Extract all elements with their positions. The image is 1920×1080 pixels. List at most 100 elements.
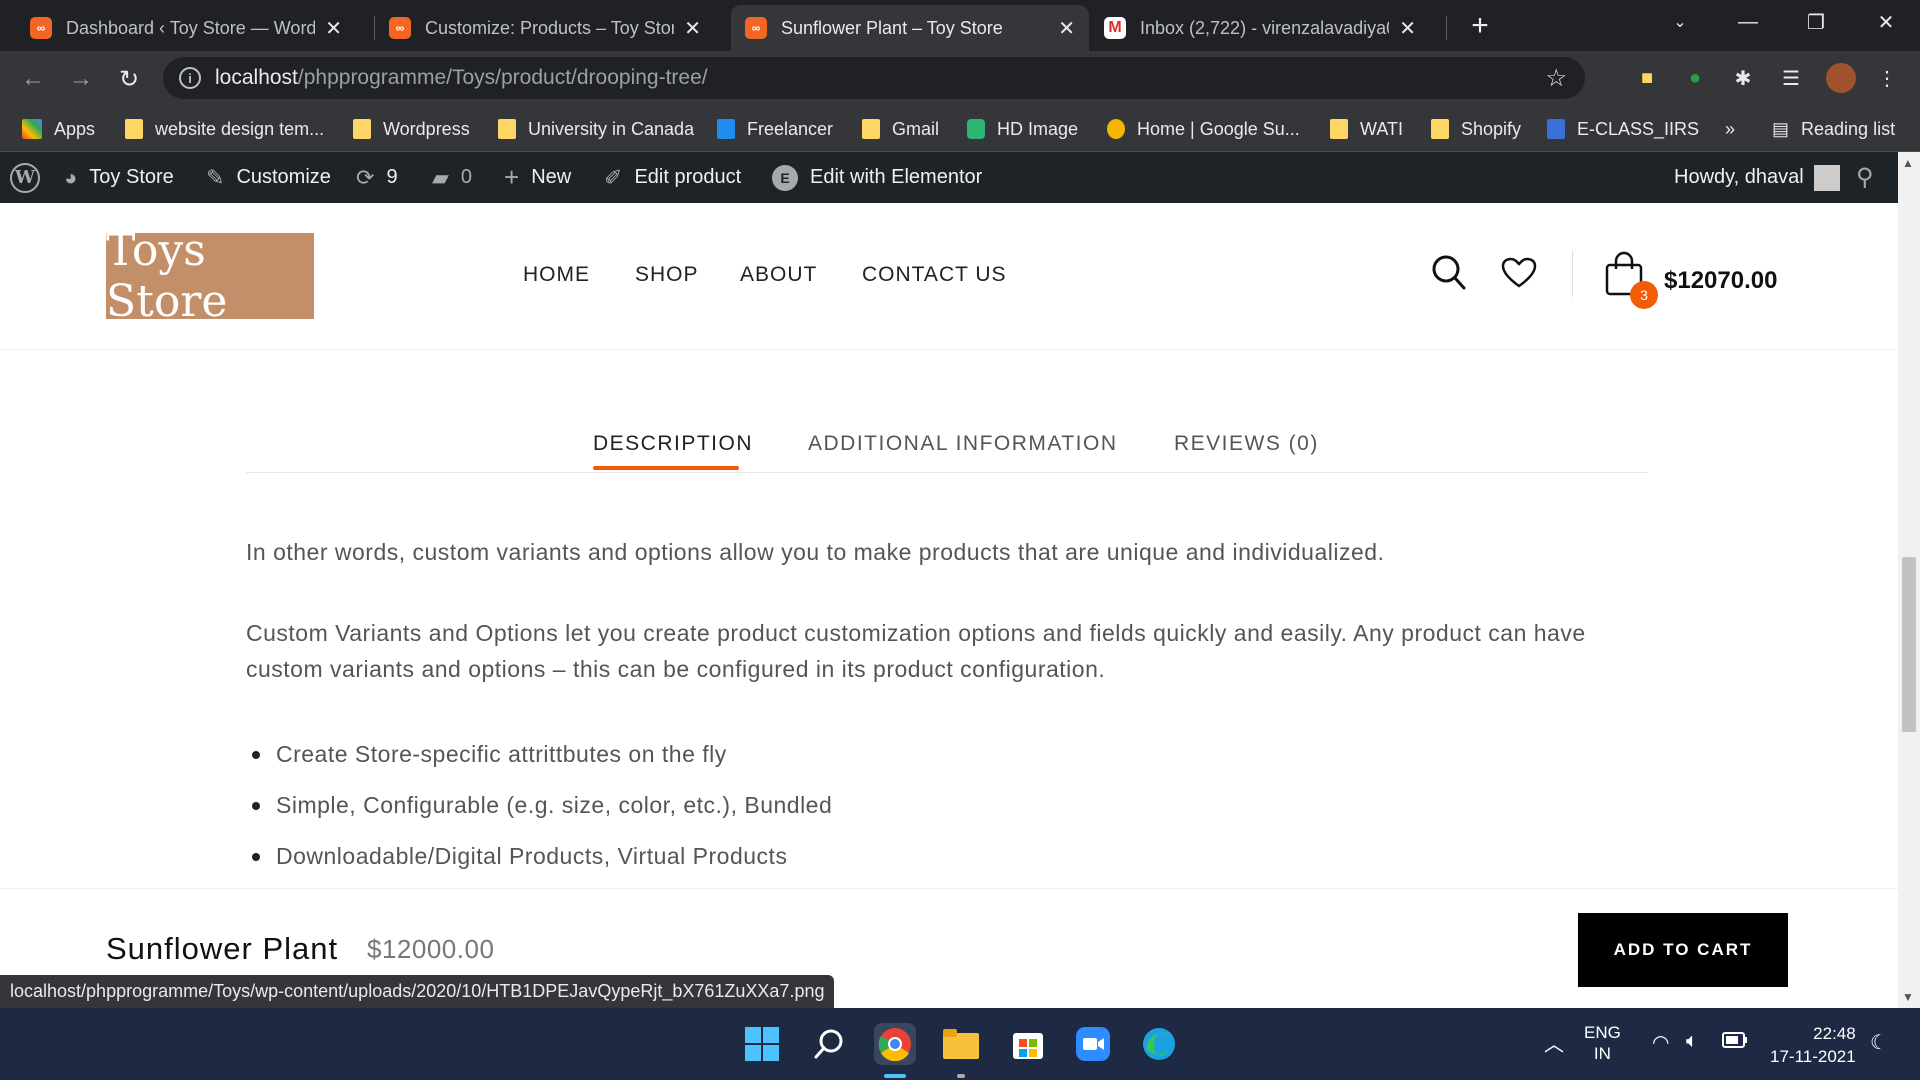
file-explorer-icon[interactable] [940, 1023, 982, 1065]
tab-description[interactable]: DESCRIPTION [593, 432, 753, 456]
bookmarks-overflow-button[interactable]: » [1725, 116, 1735, 142]
bookmark-item[interactable]: Wordpress [353, 116, 470, 142]
bookmark-item[interactable]: WATI [1330, 116, 1403, 142]
bookmark-star-icon[interactable]: ☆ [1545, 64, 1567, 93]
admin-elementor-link[interactable]: E Edit with Elementor [772, 152, 982, 203]
notifications-moon-icon[interactable]: ☾ [1870, 1030, 1888, 1055]
scroll-down-arrow-icon[interactable]: ▼ [1902, 990, 1914, 1004]
extensions-puzzle-icon[interactable]: ✱ [1730, 65, 1756, 91]
bookmark-item[interactable]: Home | Google Su... [1107, 116, 1300, 142]
nav-about[interactable]: ABOUT [740, 263, 817, 287]
apps-grid-icon [22, 119, 42, 139]
admin-customize-link[interactable]: ✎ Customize [206, 152, 331, 203]
tab-additional-information[interactable]: ADDITIONAL INFORMATION [808, 432, 1118, 456]
open-app-indicator [957, 1074, 965, 1078]
address-bar[interactable]: i localhost/phpprogramme/Toys/product/dr… [163, 57, 1585, 99]
nav-contact-us[interactable]: CONTACT US [862, 263, 1007, 287]
taskbar-search-icon[interactable] [808, 1023, 850, 1065]
bookmark-item[interactable]: University in Canada [498, 116, 694, 142]
close-tab-icon[interactable]: ✕ [1058, 16, 1075, 41]
close-tab-icon[interactable]: ✕ [684, 16, 701, 41]
url-host: localhost [215, 66, 298, 89]
bookmark-item[interactable]: E-CLASS_IIRS [1547, 116, 1699, 142]
windows-start-icon[interactable] [741, 1023, 783, 1065]
browser-tab-active[interactable]: ∞ Sunflower Plant – Toy Store ✕ [731, 5, 1089, 51]
bookmark-item[interactable]: Shopify [1431, 116, 1521, 142]
wifi-icon[interactable]: ◠ [1652, 1030, 1669, 1055]
nav-home[interactable]: HOME [523, 263, 590, 287]
tab-search-icon[interactable]: ⌄ [1650, 0, 1710, 44]
tray-overflow-icon[interactable]: ︿ [1544, 1028, 1564, 1057]
header-divider [1572, 251, 1573, 297]
edge-icon[interactable] [1138, 1023, 1180, 1065]
new-tab-button[interactable]: + [1462, 8, 1498, 44]
tab-separator [1446, 16, 1447, 40]
browser-tab[interactable]: ∞ Dashboard ‹ Toy Store — WordPr ✕ [16, 5, 356, 51]
plus-icon: + [504, 162, 520, 192]
browser-tab[interactable]: M Inbox (2,722) - virenzalavadiya01 ✕ [1090, 5, 1430, 51]
forward-icon[interactable]: → [61, 59, 101, 99]
browser-tab[interactable]: ∞ Customize: Products – Toy Store ✕ [375, 5, 715, 51]
admin-updates-link[interactable]: ⟳ 9 [356, 152, 398, 203]
tab-title: Inbox (2,722) - virenzalavadiya01 [1140, 17, 1390, 38]
extension-icon[interactable]: ■ [1634, 65, 1660, 91]
search-icon[interactable] [1432, 255, 1466, 296]
reading-list-label: Reading list [1801, 118, 1896, 139]
bookmark-item[interactable]: Gmail [862, 116, 939, 142]
admin-new-link[interactable]: + New [504, 152, 571, 203]
minimize-icon[interactable]: — [1718, 0, 1778, 44]
chrome-icon[interactable] [874, 1023, 916, 1065]
microsoft-store-icon[interactable] [1007, 1023, 1049, 1065]
status-url-tooltip: localhost/phpprogramme/Toys/wp-content/u… [0, 975, 835, 1008]
bookmark-item[interactable]: Freelancer [717, 116, 833, 142]
bookmark-item[interactable]: HD Image [967, 116, 1078, 142]
feature-text: Simple, Configurable (e.g. size, color, … [276, 792, 833, 818]
admin-edit-product-link[interactable]: ✐ Edit product [604, 152, 741, 203]
zoom-icon[interactable] [1072, 1023, 1114, 1065]
language-indicator[interactable]: ENG IN [1584, 1022, 1621, 1064]
wishlist-heart-icon[interactable] [1501, 257, 1537, 294]
gmail-icon: M [1104, 17, 1126, 39]
nav-shop[interactable]: SHOP [635, 263, 699, 287]
wp-logo-button[interactable]: W [10, 152, 40, 203]
battery-icon[interactable] [1722, 1032, 1748, 1053]
bookmark-label: Shopify [1461, 118, 1522, 139]
bookmark-label: HD Image [997, 118, 1079, 139]
bookmark-label: Wordpress [383, 118, 470, 139]
add-to-cart-button[interactable]: ADD TO CART [1578, 913, 1788, 987]
scroll-up-arrow-icon[interactable]: ▲ [1902, 156, 1914, 170]
reading-list-button[interactable]: ▤ Reading list [1772, 116, 1895, 142]
region-label: IN [1593, 1044, 1611, 1063]
restore-icon[interactable]: ❐ [1786, 0, 1846, 44]
site-logo[interactable]: Toys Store [106, 225, 314, 327]
cart-total[interactable]: $12070.00 [1664, 267, 1777, 295]
active-tab-indicator [593, 466, 739, 470]
page-scrollbar[interactable]: ▲ ▼ [1898, 152, 1920, 1008]
extension-icon[interactable]: ● [1682, 65, 1708, 91]
scrollbar-thumb[interactable] [1902, 557, 1916, 732]
bookmark-item[interactable]: website design tem... [125, 116, 324, 142]
bookmark-label: WATI [1360, 118, 1403, 139]
profile-avatar[interactable] [1826, 63, 1856, 93]
admin-search-icon[interactable]: ⚲ [1856, 152, 1874, 203]
close-tab-icon[interactable]: ✕ [1399, 16, 1416, 41]
description-paragraph: Custom Variants and Options let you crea… [246, 620, 1586, 682]
close-tab-icon[interactable]: ✕ [325, 16, 342, 41]
admin-account-menu[interactable]: Howdy, dhaval [1674, 152, 1840, 203]
reload-icon[interactable]: ↻ [109, 59, 149, 99]
close-window-icon[interactable]: ✕ [1856, 0, 1916, 44]
bookmark-label: Freelancer [747, 118, 834, 139]
media-control-icon[interactable]: ☰ [1778, 65, 1804, 91]
volume-icon[interactable]: 🔈︎ [1686, 1030, 1698, 1053]
bookmark-apps[interactable]: Apps [22, 116, 95, 142]
browser-menu-icon[interactable]: ⋮ [1874, 65, 1900, 91]
clock[interactable]: 22:48 17-11-2021 [1770, 1022, 1856, 1068]
admin-site-link[interactable]: ◕ Toy Store [64, 152, 174, 203]
feature-text: Downloadable/Digital Products, Virtual P… [276, 843, 788, 869]
site-info-icon[interactable]: i [179, 67, 201, 89]
admin-comments-link[interactable]: ▰ 0 [432, 152, 472, 203]
admin-customize-label: Customize [236, 166, 331, 188]
product-name: Sunflower Plant [106, 931, 339, 966]
back-icon[interactable]: ← [13, 59, 53, 99]
tab-reviews[interactable]: REVIEWS (0) [1174, 432, 1319, 456]
